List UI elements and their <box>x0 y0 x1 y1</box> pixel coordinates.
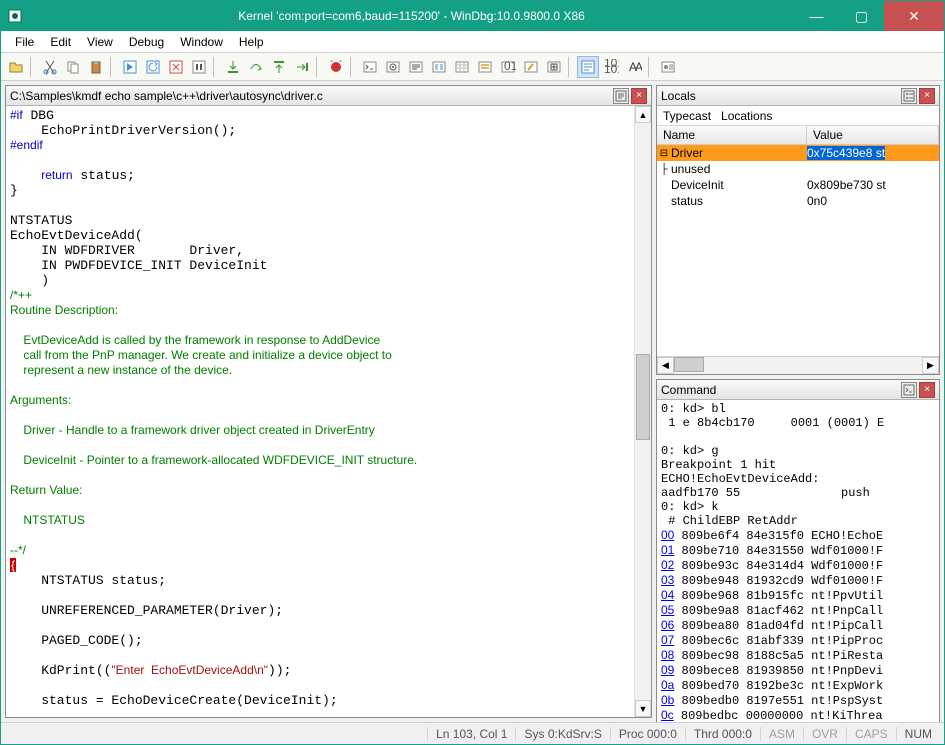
cut-icon[interactable] <box>39 56 61 78</box>
menu-view[interactable]: View <box>79 33 121 51</box>
registers-icon[interactable] <box>428 56 450 78</box>
locals-title: Locals <box>661 89 899 103</box>
status-asm: ASM <box>760 727 803 741</box>
options-icon[interactable] <box>657 56 679 78</box>
step-over-icon[interactable] <box>245 56 267 78</box>
locals-typecast[interactable]: Typecast <box>663 109 711 123</box>
statusbar: Ln 103, Col 1 Sys 0:KdSrv:S Proc 000:0 T… <box>1 722 944 744</box>
stop-icon[interactable] <box>165 56 187 78</box>
table-row[interactable]: DeviceInit0x809be730 st <box>657 177 939 193</box>
table-row[interactable]: status0n0 <box>657 193 939 209</box>
run-to-cursor-icon[interactable] <box>291 56 313 78</box>
source-mode-icon[interactable] <box>577 56 599 78</box>
scratch-icon[interactable] <box>520 56 542 78</box>
maximize-button[interactable]: ▢ <box>839 1 884 31</box>
locals-col-name[interactable]: Name <box>657 126 807 144</box>
callstack-icon[interactable] <box>474 56 496 78</box>
status-proc: Proc 000:0 <box>610 727 685 741</box>
close-button[interactable]: ✕ <box>884 1 944 31</box>
copy-icon[interactable] <box>62 56 84 78</box>
locals-icon[interactable] <box>405 56 427 78</box>
status-num: NUM <box>896 727 940 741</box>
cmd-window-icon[interactable] <box>359 56 381 78</box>
step-out-icon[interactable] <box>268 56 290 78</box>
locals-menu-icon[interactable] <box>901 88 917 104</box>
svg-text:101: 101 <box>604 62 619 75</box>
watch-icon[interactable] <box>382 56 404 78</box>
step-into-icon[interactable] <box>222 56 244 78</box>
menu-file[interactable]: File <box>7 33 42 51</box>
source-menu-icon[interactable] <box>613 88 629 104</box>
menu-help[interactable]: Help <box>231 33 272 51</box>
go-icon[interactable] <box>119 56 141 78</box>
status-thrd: Thrd 000:0 <box>685 727 760 741</box>
proc-icon[interactable] <box>543 56 565 78</box>
locals-subheader: Typecast Locations <box>657 106 939 126</box>
source-close-icon[interactable]: × <box>631 88 647 104</box>
breakpoint-icon[interactable] <box>325 56 347 78</box>
status-ovr: OVR <box>803 727 846 741</box>
locals-hscroll[interactable]: ◀▶ <box>657 356 939 374</box>
toolbar: 01 101101 AA <box>1 53 944 81</box>
table-row[interactable]: ├ unused <box>657 161 939 177</box>
command-menu-icon[interactable] <box>901 382 917 398</box>
disasm-icon[interactable]: 01 <box>497 56 519 78</box>
locals-close-icon[interactable]: × <box>919 88 935 104</box>
locals-pane: Locals × Typecast Locations Name Value ⊟… <box>656 85 940 375</box>
command-output[interactable]: 0: kd> bl 1 e 8b4cb170 0001 (0001) E 0: … <box>657 400 939 722</box>
locals-col-value[interactable]: Value <box>807 126 939 144</box>
minimize-button[interactable]: — <box>794 1 839 31</box>
menu-edit[interactable]: Edit <box>42 33 79 51</box>
app-icon <box>7 8 23 24</box>
command-close-icon[interactable]: × <box>919 382 935 398</box>
source-scrollbar[interactable]: ▲ ▼ <box>634 106 651 717</box>
binary-mode-icon[interactable]: 101101 <box>600 56 622 78</box>
menubar: File Edit View Debug Window Help <box>1 31 944 53</box>
source-pane: C:\Samples\kmdf echo sample\c++\driver\a… <box>5 85 652 718</box>
table-row[interactable]: ⊟Driver0x75c439e8 st <box>657 145 939 161</box>
status-ln: Ln 103, Col 1 <box>427 727 515 741</box>
status-caps: CAPS <box>846 727 896 741</box>
menu-window[interactable]: Window <box>172 33 231 51</box>
source-code[interactable]: #if DBG EchoPrintDriverVersion(); #endif… <box>6 106 651 717</box>
status-sys: Sys 0:KdSrv:S <box>515 727 609 741</box>
svg-text:01: 01 <box>504 59 516 73</box>
command-title: Command <box>661 383 899 397</box>
memory-icon[interactable] <box>451 56 473 78</box>
window-title: Kernel 'com:port=com6,baud=115200' - Win… <box>29 9 794 23</box>
locals-locations[interactable]: Locations <box>721 109 772 123</box>
titlebar: Kernel 'com:port=com6,baud=115200' - Win… <box>1 1 944 31</box>
font-icon[interactable]: AA <box>623 56 645 78</box>
paste-icon[interactable] <box>85 56 107 78</box>
menu-debug[interactable]: Debug <box>121 33 172 51</box>
open-icon[interactable] <box>5 56 27 78</box>
svg-text:A: A <box>635 60 642 74</box>
restart-icon[interactable] <box>142 56 164 78</box>
break-icon[interactable] <box>188 56 210 78</box>
source-path: C:\Samples\kmdf echo sample\c++\driver\a… <box>10 89 611 103</box>
command-pane: Command × 0: kd> bl 1 e 8b4cb170 0001 (0… <box>656 379 940 722</box>
